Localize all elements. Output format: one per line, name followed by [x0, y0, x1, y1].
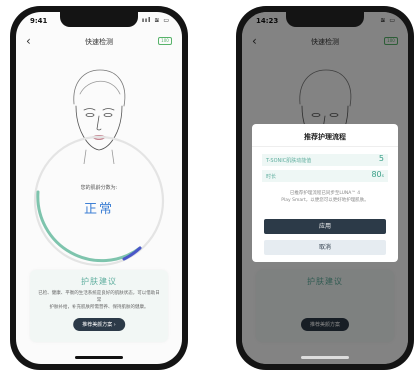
- dialog-note-line: 已推荐护理流程已同步至LUNA™ 4: [289, 191, 361, 196]
- row-value: 5: [378, 154, 384, 163]
- notch: [286, 12, 364, 27]
- row-label: T-SONIC肌肤动能值: [266, 158, 312, 164]
- apply-button[interactable]: 应用: [264, 219, 386, 234]
- care-title: 护肤建议: [81, 277, 117, 286]
- dialog-note: 已推荐护理流程已同步至LUNA™ 4 Play Smart，以便您可以更好地护理…: [264, 190, 386, 204]
- home-indicator: [75, 356, 123, 359]
- recommended-care-dialog: 推荐护理流程 T-SONIC肌肤动能值 5 时长 80s 已推荐护理流程已同步至…: [252, 124, 398, 262]
- phone-left: 9:41 ııl ≋ ▭ ‹ 快速检测 100 您的肌龄分数为: 正常 护肤建议…: [10, 6, 188, 370]
- care-description: 已检、健康、平衡的生活系统是良好的肌肤状态，可以借助日常 护肤补给，补充肌肤所需…: [38, 290, 160, 311]
- screen-left: 9:41 ııl ≋ ▭ ‹ 快速检测 100 您的肌龄分数为: 正常 护肤建议…: [16, 12, 182, 364]
- phone-right: 14:23 ≋ ▭ ‹ 快速检测 100 护肤建议 推荐美颜方案 推荐护理流程: [236, 6, 414, 370]
- score-value: 正常: [83, 202, 114, 217]
- dialog-row-duration: 时长 80s: [262, 170, 388, 182]
- cancel-button[interactable]: 取消: [264, 240, 386, 255]
- device-battery-icon: 100: [158, 37, 172, 45]
- dialog-title: 推荐护理流程: [304, 133, 346, 141]
- home-indicator: [301, 356, 349, 359]
- nav-bar: ‹ 快速检测 100: [16, 34, 182, 50]
- care-desc-line: 已检、健康、平衡的生活系统是良好的肌肤状态，可以借助日常: [38, 291, 160, 303]
- care-card: 护肤建议 已检、健康、平衡的生活系统是良好的肌肤状态，可以借助日常 护肤补给，补…: [30, 270, 168, 342]
- row-value: 80s: [371, 170, 384, 179]
- notch: [60, 12, 138, 27]
- recommend-plan-button[interactable]: 推荐美颜方案 ›: [73, 318, 125, 331]
- care-desc-line: 护肤补给，补充肌肤所需营养、保持肌肤的健康。: [49, 305, 149, 310]
- score-label: 您的肌龄分数为:: [80, 185, 118, 191]
- status-time: 9:41: [30, 17, 48, 25]
- gauge-level-arc-end: [122, 246, 142, 261]
- screen-right: 14:23 ≋ ▭ ‹ 快速检测 100 护肤建议 推荐美颜方案 推荐护理流程: [242, 12, 408, 364]
- dialog-note-line: Play Smart，以便您可以更好地护理肌肤。: [281, 198, 369, 203]
- row-label: 时长: [266, 174, 277, 180]
- dialog-row-intensity: T-SONIC肌肤动能值 5: [262, 154, 388, 166]
- dialog-divider: [252, 146, 398, 147]
- signal-wifi-battery-icon: ııl ≋ ▭: [141, 17, 170, 24]
